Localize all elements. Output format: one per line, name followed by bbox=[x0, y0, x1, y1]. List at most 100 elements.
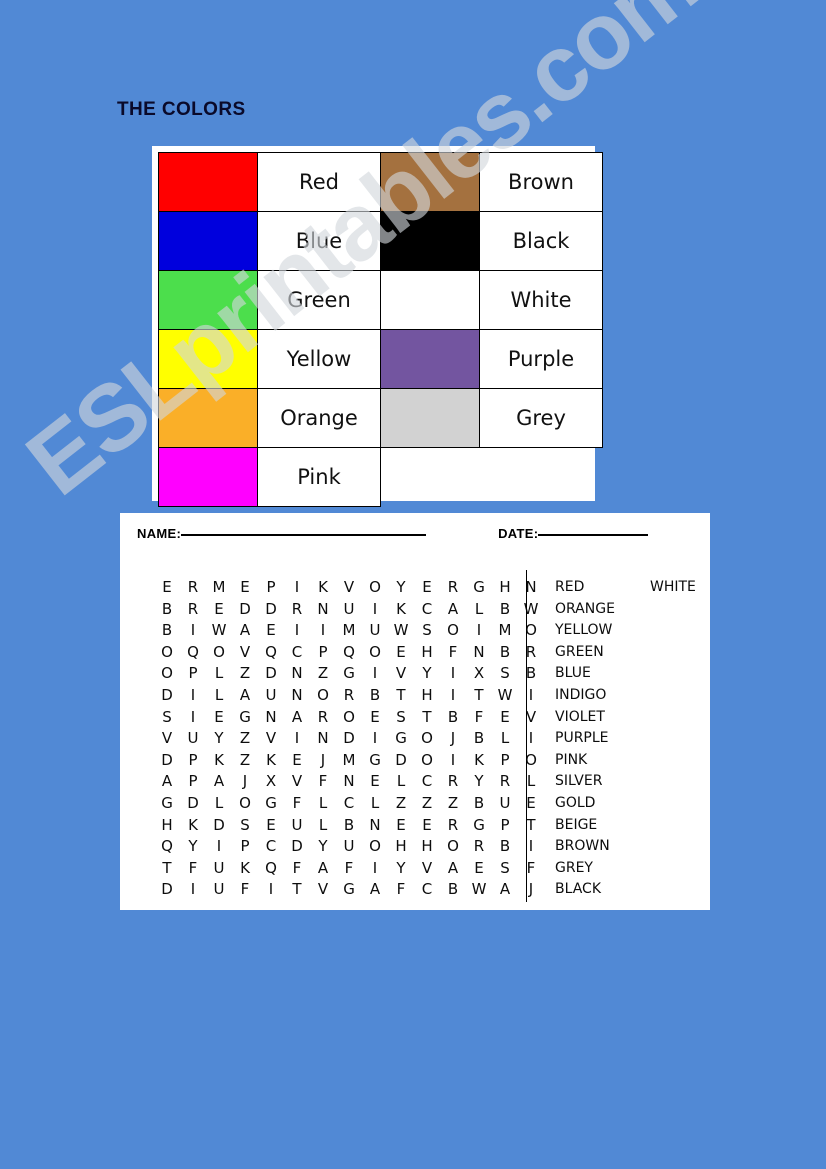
word-list-item[interactable]: PURPLE bbox=[555, 728, 609, 750]
grid-letter[interactable]: E bbox=[492, 707, 518, 729]
grid-letter[interactable]: C bbox=[414, 879, 440, 901]
grid-letter[interactable]: S bbox=[388, 707, 414, 729]
grid-letter[interactable]: L bbox=[518, 771, 544, 793]
grid-letter[interactable]: G bbox=[258, 793, 284, 815]
grid-letter[interactable]: U bbox=[206, 879, 232, 901]
grid-letter[interactable]: D bbox=[258, 599, 284, 621]
grid-letter[interactable]: I bbox=[284, 620, 310, 642]
grid-letter[interactable]: Y bbox=[414, 663, 440, 685]
grid-letter[interactable]: N bbox=[336, 771, 362, 793]
grid-letter[interactable]: F bbox=[518, 858, 544, 880]
grid-letter[interactable]: B bbox=[440, 879, 466, 901]
grid-letter[interactable]: F bbox=[232, 879, 258, 901]
grid-letter[interactable]: E bbox=[466, 858, 492, 880]
grid-letter[interactable]: S bbox=[154, 707, 180, 729]
grid-letter[interactable]: M bbox=[336, 750, 362, 772]
grid-letter[interactable]: D bbox=[180, 793, 206, 815]
grid-letter[interactable]: R bbox=[180, 577, 206, 599]
grid-letter[interactable]: E bbox=[258, 815, 284, 837]
grid-letter[interactable]: O bbox=[414, 750, 440, 772]
grid-letter[interactable]: P bbox=[232, 836, 258, 858]
grid-letter[interactable]: I bbox=[362, 663, 388, 685]
grid-letter[interactable]: L bbox=[206, 793, 232, 815]
grid-letter[interactable]: R bbox=[440, 577, 466, 599]
grid-letter[interactable]: Z bbox=[232, 750, 258, 772]
grid-letter[interactable]: G bbox=[336, 663, 362, 685]
grid-letter[interactable]: I bbox=[284, 577, 310, 599]
grid-letter[interactable]: N bbox=[284, 685, 310, 707]
grid-letter[interactable]: U bbox=[362, 620, 388, 642]
grid-letter[interactable]: F bbox=[310, 771, 336, 793]
grid-letter[interactable]: K bbox=[258, 750, 284, 772]
grid-letter[interactable]: X bbox=[258, 771, 284, 793]
grid-letter[interactable]: I bbox=[518, 836, 544, 858]
grid-letter[interactable]: J bbox=[232, 771, 258, 793]
grid-letter[interactable]: F bbox=[284, 858, 310, 880]
word-list-item[interactable]: GREY bbox=[555, 858, 593, 880]
grid-letter[interactable]: Q bbox=[154, 836, 180, 858]
grid-letter[interactable]: Y bbox=[388, 577, 414, 599]
grid-letter[interactable]: D bbox=[388, 750, 414, 772]
grid-letter[interactable]: P bbox=[180, 750, 206, 772]
grid-letter[interactable]: D bbox=[154, 879, 180, 901]
grid-letter[interactable]: R bbox=[440, 815, 466, 837]
grid-letter[interactable]: H bbox=[414, 642, 440, 664]
grid-letter[interactable]: H bbox=[154, 815, 180, 837]
grid-letter[interactable]: I bbox=[310, 620, 336, 642]
grid-letter[interactable]: V bbox=[518, 707, 544, 729]
grid-letter[interactable]: P bbox=[492, 750, 518, 772]
grid-letter[interactable]: A bbox=[232, 620, 258, 642]
grid-letter[interactable]: I bbox=[180, 620, 206, 642]
grid-letter[interactable]: A bbox=[362, 879, 388, 901]
grid-letter[interactable]: H bbox=[414, 685, 440, 707]
grid-letter[interactable]: O bbox=[518, 620, 544, 642]
grid-letter[interactable]: K bbox=[388, 599, 414, 621]
grid-letter[interactable]: U bbox=[336, 836, 362, 858]
word-list-item[interactable]: BEIGE bbox=[555, 815, 597, 837]
grid-letter[interactable]: O bbox=[154, 663, 180, 685]
grid-letter[interactable]: U bbox=[258, 685, 284, 707]
grid-letter[interactable]: S bbox=[492, 858, 518, 880]
grid-letter[interactable]: T bbox=[414, 707, 440, 729]
grid-letter[interactable]: B bbox=[492, 642, 518, 664]
grid-letter[interactable]: R bbox=[518, 642, 544, 664]
grid-letter[interactable]: I bbox=[258, 879, 284, 901]
grid-letter[interactable]: W bbox=[466, 879, 492, 901]
grid-letter[interactable]: D bbox=[154, 685, 180, 707]
grid-letter[interactable]: R bbox=[492, 771, 518, 793]
grid-letter[interactable]: I bbox=[362, 599, 388, 621]
grid-letter[interactable]: J bbox=[440, 728, 466, 750]
grid-letter[interactable]: O bbox=[154, 642, 180, 664]
grid-letter[interactable]: U bbox=[180, 728, 206, 750]
grid-letter[interactable]: V bbox=[388, 663, 414, 685]
grid-letter[interactable]: J bbox=[518, 879, 544, 901]
grid-letter[interactable]: F bbox=[388, 879, 414, 901]
grid-letter[interactable]: E bbox=[154, 577, 180, 599]
grid-letter[interactable]: U bbox=[492, 793, 518, 815]
grid-letter[interactable]: U bbox=[284, 815, 310, 837]
grid-letter[interactable]: A bbox=[492, 879, 518, 901]
grid-letter[interactable]: I bbox=[362, 728, 388, 750]
grid-letter[interactable]: O bbox=[362, 577, 388, 599]
grid-letter[interactable]: B bbox=[440, 707, 466, 729]
grid-letter[interactable]: R bbox=[284, 599, 310, 621]
grid-letter[interactable]: Y bbox=[180, 836, 206, 858]
grid-letter[interactable]: C bbox=[414, 599, 440, 621]
grid-letter[interactable]: H bbox=[492, 577, 518, 599]
grid-letter[interactable]: I bbox=[466, 620, 492, 642]
grid-letter[interactable]: G bbox=[336, 879, 362, 901]
grid-letter[interactable]: J bbox=[310, 750, 336, 772]
grid-letter[interactable]: V bbox=[232, 642, 258, 664]
grid-letter[interactable]: C bbox=[284, 642, 310, 664]
grid-letter[interactable]: U bbox=[206, 858, 232, 880]
grid-letter[interactable]: P bbox=[492, 815, 518, 837]
grid-letter[interactable]: N bbox=[466, 642, 492, 664]
grid-letter[interactable]: O bbox=[440, 836, 466, 858]
grid-letter[interactable]: L bbox=[492, 728, 518, 750]
grid-letter[interactable]: L bbox=[362, 793, 388, 815]
grid-letter[interactable]: Z bbox=[232, 663, 258, 685]
grid-letter[interactable]: W bbox=[518, 599, 544, 621]
grid-letter[interactable]: Y bbox=[206, 728, 232, 750]
grid-letter[interactable]: R bbox=[336, 685, 362, 707]
grid-letter[interactable]: O bbox=[206, 642, 232, 664]
